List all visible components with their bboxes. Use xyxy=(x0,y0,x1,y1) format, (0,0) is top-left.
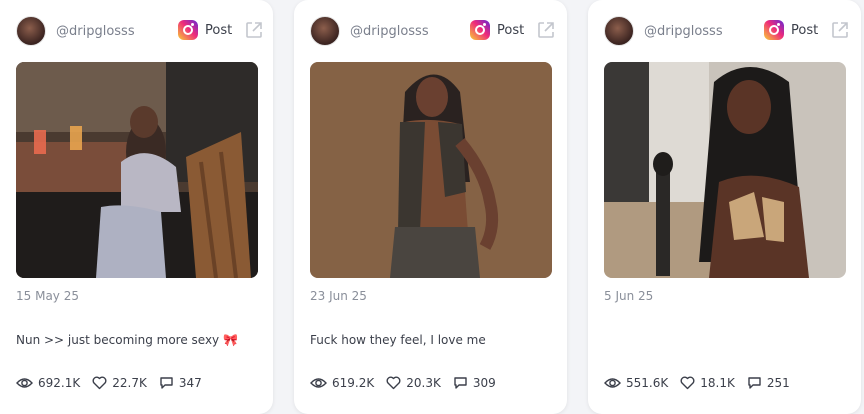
external-link-icon[interactable] xyxy=(536,20,556,40)
handle[interactable]: @dripglosss xyxy=(56,24,135,39)
post-image[interactable] xyxy=(16,62,258,278)
comments-stat: 309 xyxy=(453,376,496,390)
comment-icon xyxy=(454,377,467,389)
post-stats: 551.6K 18.1K 251 xyxy=(604,376,802,390)
post-label: Post xyxy=(497,22,525,38)
post-link[interactable]: Post xyxy=(764,20,850,40)
post-card[interactable]: @dripglosss Post 15 May 25 Nun >> just b… xyxy=(0,0,273,414)
comment-icon xyxy=(160,377,173,389)
heart-icon xyxy=(386,376,401,390)
avatar[interactable] xyxy=(16,16,46,46)
handle[interactable]: @dripglosss xyxy=(350,24,429,39)
eye-icon xyxy=(310,378,327,388)
post-image[interactable] xyxy=(310,62,552,278)
instagram-icon xyxy=(764,20,784,40)
post-caption: Fuck how they feel, I love me xyxy=(310,333,486,347)
post-card[interactable]: @dripglosss Post 5 Jun 25 551.6K 18.1K 2… xyxy=(588,0,861,414)
likes-stat: 18.1K xyxy=(680,376,735,390)
views-count: 692.1K xyxy=(38,376,81,390)
heart-icon xyxy=(680,376,695,390)
instagram-icon xyxy=(178,20,198,40)
comments-stat: 347 xyxy=(159,376,202,390)
instagram-icon xyxy=(470,20,490,40)
post-caption: Nun >> just becoming more sexy 🎀 xyxy=(16,333,238,347)
views-stat: 692.1K xyxy=(16,376,80,390)
comments-count: 347 xyxy=(178,376,202,390)
post-label: Post xyxy=(791,22,819,38)
views-stat: 551.6K xyxy=(604,376,668,390)
bow-emoji: 🎀 xyxy=(223,333,238,347)
post-link[interactable]: Post xyxy=(470,20,556,40)
post-stats: 619.2K 20.3K 309 xyxy=(310,376,508,390)
card-header: @dripglosss xyxy=(604,16,723,46)
post-date: 23 Jun 25 xyxy=(310,289,367,303)
avatar[interactable] xyxy=(604,16,634,46)
external-link-icon[interactable] xyxy=(830,20,850,40)
views-count: 551.6K xyxy=(626,376,669,390)
likes-count: 22.7K xyxy=(112,376,147,390)
handle[interactable]: @dripglosss xyxy=(644,24,723,39)
heart-icon xyxy=(92,376,107,390)
post-date: 15 May 25 xyxy=(16,289,79,303)
post-stats: 692.1K 22.7K 347 xyxy=(16,376,214,390)
card-header: @dripglosss xyxy=(310,16,429,46)
post-label: Post xyxy=(205,22,233,38)
comments-count: 309 xyxy=(472,376,496,390)
eye-icon xyxy=(604,378,621,388)
post-image[interactable] xyxy=(604,62,846,278)
comment-icon xyxy=(748,377,761,389)
post-card[interactable]: @dripglosss Post 23 Jun 25 Fuck how they… xyxy=(294,0,567,414)
avatar[interactable] xyxy=(310,16,340,46)
comments-count: 251 xyxy=(766,376,790,390)
eye-icon xyxy=(16,378,33,388)
views-stat: 619.2K xyxy=(310,376,374,390)
card-header: @dripglosss xyxy=(16,16,135,46)
likes-stat: 20.3K xyxy=(386,376,441,390)
likes-count: 20.3K xyxy=(406,376,441,390)
post-link[interactable]: Post xyxy=(178,20,264,40)
external-link-icon[interactable] xyxy=(244,20,264,40)
caption-text: Nun >> just becoming more sexy xyxy=(16,333,220,347)
comments-stat: 251 xyxy=(747,376,790,390)
likes-count: 18.1K xyxy=(700,376,735,390)
post-date: 5 Jun 25 xyxy=(604,289,654,303)
likes-stat: 22.7K xyxy=(92,376,147,390)
views-count: 619.2K xyxy=(332,376,375,390)
